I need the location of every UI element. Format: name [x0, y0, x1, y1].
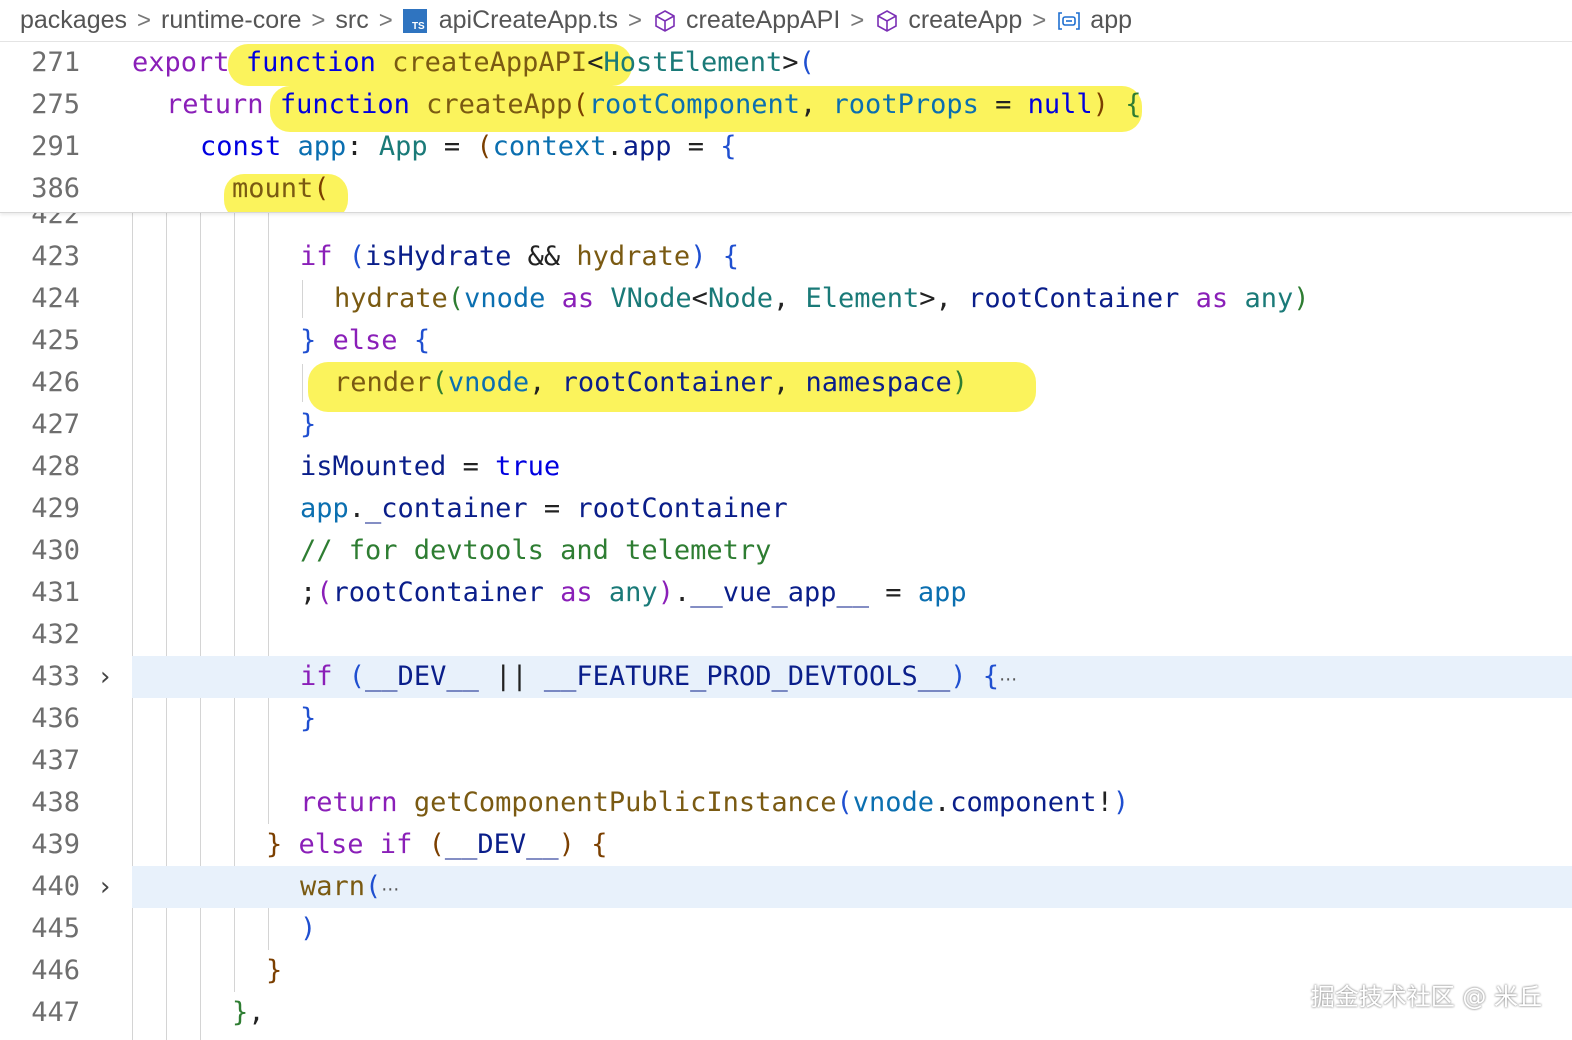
code-line[interactable]: 429 app._container = rootContainer [0, 488, 1572, 530]
line-number: 446 [31, 955, 80, 986]
line-number: 445 [31, 913, 80, 944]
breadcrumb-createAppAPI[interactable]: createAppAPI [652, 6, 840, 35]
code-text: isMounted = true [300, 451, 561, 482]
folded-ellipsis-icon[interactable]: ⋯ [381, 879, 399, 900]
code-line[interactable]: 424 hydrate(vnode as VNode<Node, Element… [0, 278, 1572, 320]
code-text: ;(rootContainer as any).__vue_app__ = ap… [300, 577, 967, 608]
code-text: const app: App = (context.app = { [200, 131, 737, 162]
code-line-folded[interactable]: 440 › warn(⋯ [0, 866, 1572, 908]
line-number: 439 [31, 829, 80, 860]
code-line[interactable]: 427 } [0, 404, 1572, 446]
code-line[interactable]: 432 [0, 614, 1572, 656]
line-number: 291 [31, 131, 80, 162]
breadcrumb: packages > runtime-core > src > TS apiCr… [0, 0, 1572, 42]
line-number: 440 [31, 871, 80, 902]
line-number: 275 [31, 89, 80, 120]
code-text: app._container = rootContainer [300, 493, 788, 524]
folded-ellipsis-icon[interactable]: ⋯ [999, 669, 1017, 690]
code-text: export function createAppAPI<HostElement… [132, 47, 815, 78]
code-text: return function createApp(rootComponent,… [166, 89, 1142, 120]
code-line[interactable]: 386 mount( [0, 168, 1572, 210]
line-number: 428 [31, 451, 80, 482]
code-line[interactable]: 439 } else if (__DEV__) { [0, 824, 1572, 866]
breadcrumb-label: app [1090, 6, 1133, 34]
chevron-right-icon: > [628, 6, 643, 34]
line-number: 425 [31, 325, 80, 356]
line-number: 432 [31, 619, 80, 650]
code-text: mount( [232, 173, 330, 204]
code-text: } [300, 409, 317, 440]
breadcrumb-label: packages [20, 6, 128, 34]
chevron-right-icon: > [311, 6, 326, 34]
code-text: hydrate(vnode as VNode<Node, Element>, r… [334, 283, 1310, 314]
chevron-right-icon: > [137, 6, 152, 34]
line-number: 424 [31, 283, 80, 314]
breadcrumb-label: apiCreateApp.ts [438, 6, 619, 34]
line-number: 436 [31, 703, 80, 734]
code-line-folded[interactable]: 433 › if (__DEV__ || __FEATURE_PROD_DEVT… [0, 656, 1572, 698]
code-line[interactable]: 291 const app: App = (context.app = { [0, 126, 1572, 168]
code-line[interactable]: 271 export function createAppAPI<HostEle… [0, 42, 1572, 84]
breadcrumb-src[interactable]: src [335, 6, 368, 35]
breadcrumb-label: createAppAPI [686, 6, 841, 34]
code-text: // for devtools and telemetry [300, 535, 772, 566]
code-text: } else if (__DEV__) { [266, 829, 608, 860]
breadcrumb-app[interactable]: app [1056, 6, 1132, 35]
code-text: return getComponentPublicInstance(vnode.… [300, 787, 1130, 818]
code-text: } [300, 703, 317, 734]
code-text: if (__DEV__ || __FEATURE_PROD_DEVTOOLS__… [300, 661, 1018, 692]
method-cube-icon [877, 9, 898, 32]
line-number: 447 [31, 997, 80, 1028]
breadcrumb-createApp[interactable]: createApp [874, 6, 1022, 35]
line-number: 427 [31, 409, 80, 440]
line-number: 431 [31, 577, 80, 608]
code-text: if (isHydrate && hydrate) { [300, 241, 739, 272]
line-number: 433 [31, 661, 80, 692]
line-number: 438 [31, 787, 80, 818]
breadcrumb-file[interactable]: TS apiCreateApp.ts [402, 6, 619, 35]
line-number: 437 [31, 745, 80, 776]
code-text: ) [300, 913, 317, 944]
chevron-right-icon: > [1032, 6, 1047, 34]
code-line[interactable]: 437 [0, 740, 1572, 782]
line-number: 423 [31, 241, 80, 272]
chevron-right-icon: > [378, 6, 393, 34]
code-line[interactable]: 431 ;(rootContainer as any).__vue_app__ … [0, 572, 1572, 614]
sticky-scroll-header: 271 export function createAppAPI<HostEle… [0, 42, 1572, 213]
breadcrumb-label: src [335, 6, 369, 34]
code-text: } [266, 955, 283, 986]
code-line[interactable]: 438 return getComponentPublicInstance(vn… [0, 782, 1572, 824]
code-line[interactable]: 425 } else { [0, 320, 1572, 362]
variable-icon [1058, 11, 1081, 30]
line-number: 386 [31, 173, 80, 204]
code-line[interactable]: 430 // for devtools and telemetry [0, 530, 1572, 572]
chevron-right-icon: > [850, 6, 865, 34]
watermark: 掘金技术社区 @ 米丘 [1310, 983, 1542, 1011]
code-line[interactable]: 275 return function createApp(rootCompon… [0, 84, 1572, 126]
code-line[interactable]: 426 render(vnode, rootContainer, namespa… [0, 362, 1572, 404]
code-text: render(vnode, rootContainer, namespace) [334, 367, 969, 398]
breadcrumb-label: runtime-core [161, 6, 302, 34]
code-line[interactable]: 428 isMounted = true [0, 446, 1572, 488]
fold-chevron-icon[interactable]: › [100, 656, 110, 698]
code-line[interactable]: 436 } [0, 698, 1572, 740]
code-text: warn(⋯ [300, 871, 400, 902]
code-text: }, [232, 997, 265, 1028]
breadcrumb-label: createApp [908, 6, 1023, 34]
breadcrumb-packages[interactable]: packages [20, 6, 127, 35]
code-line[interactable]: 445 ) [0, 908, 1572, 950]
breadcrumb-runtime-core[interactable]: runtime-core [161, 6, 301, 35]
method-cube-icon [655, 9, 675, 32]
code-line[interactable]: 423 if (isHydrate && hydrate) { [0, 236, 1572, 278]
line-number: 430 [31, 535, 80, 566]
code-text: } else { [300, 325, 431, 356]
fold-chevron-icon[interactable]: › [100, 866, 110, 908]
line-number: 426 [31, 367, 80, 398]
line-number: 271 [31, 47, 80, 78]
line-number: 429 [31, 493, 80, 524]
typescript-file-icon: TS [402, 8, 427, 33]
